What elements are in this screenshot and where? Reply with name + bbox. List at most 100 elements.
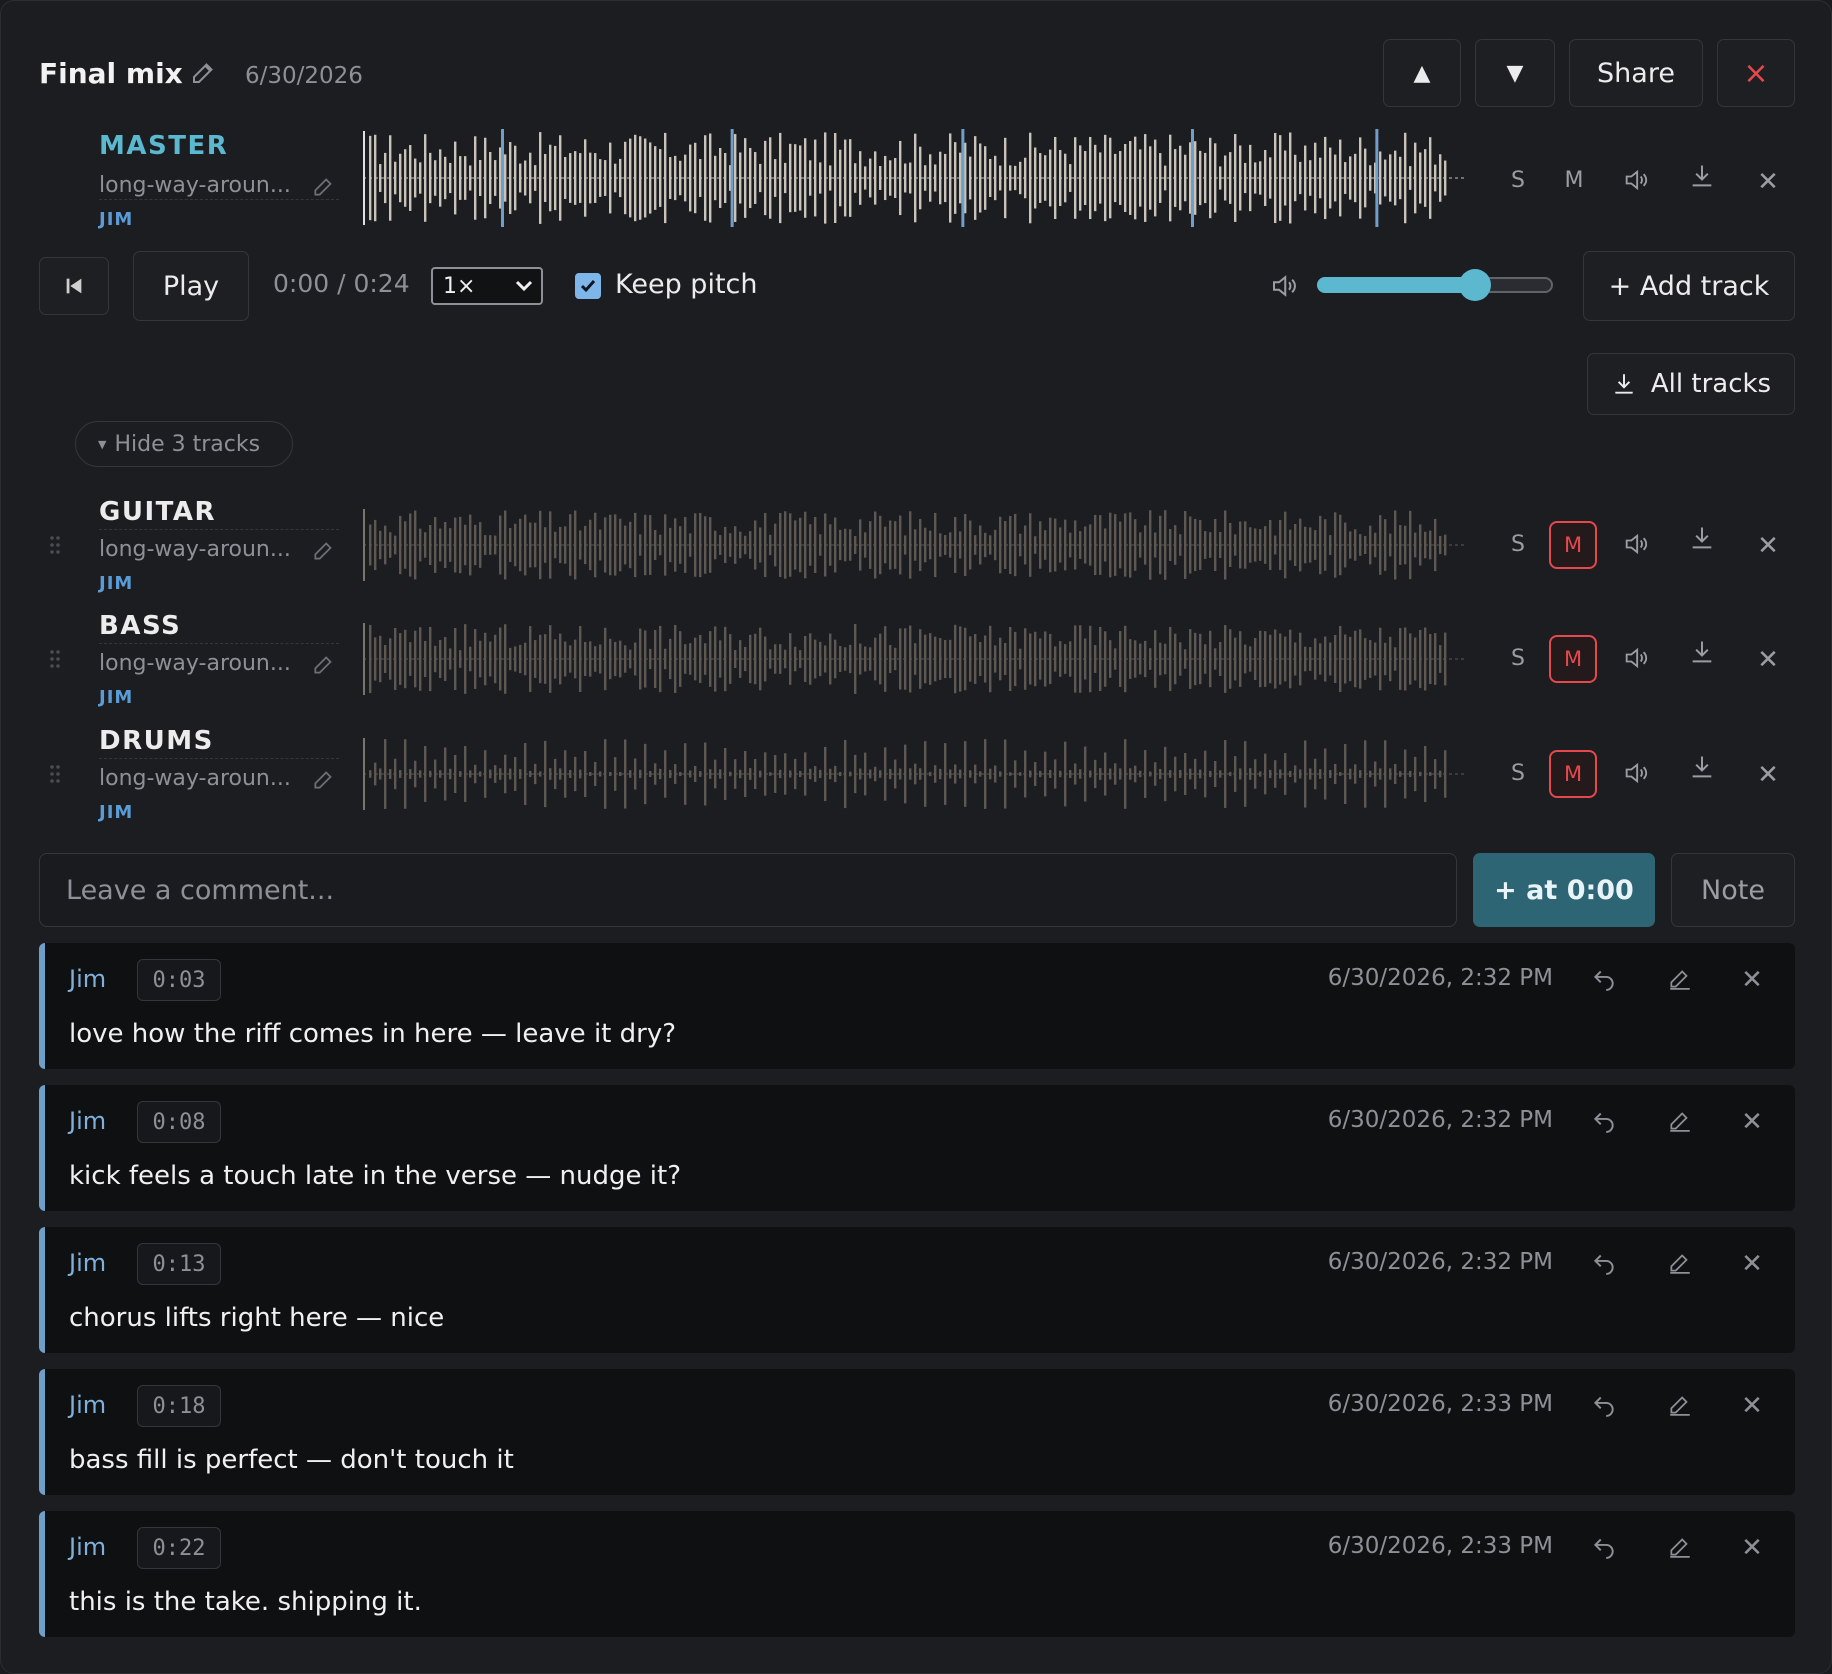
- track-remove-icon[interactable]: ✕: [1751, 527, 1785, 565]
- drag-handle-icon[interactable]: [49, 535, 61, 555]
- master-download-icon[interactable]: [1683, 157, 1721, 195]
- track-waveform[interactable]: [363, 736, 1467, 812]
- comment-date: 6/30/2026, 2:32 PM: [1327, 1249, 1553, 1275]
- mix-title: Final mix: [39, 57, 183, 90]
- play-button[interactable]: Play: [133, 251, 249, 321]
- comment-item: Jim 0:13 6/30/2026, 2:32 PM ✕ chorus lif…: [39, 1227, 1795, 1353]
- track-mute-button[interactable]: M: [1549, 635, 1597, 683]
- comment-timestamp[interactable]: 0:03: [137, 959, 221, 1001]
- delete-comment-icon[interactable]: ✕: [1737, 1391, 1767, 1421]
- comment-timestamp[interactable]: 0:22: [137, 1527, 221, 1569]
- delete-comment-icon[interactable]: ✕: [1737, 1249, 1767, 1279]
- comment-date: 6/30/2026, 2:32 PM: [1327, 965, 1553, 991]
- drag-handle-icon[interactable]: [49, 764, 61, 784]
- comment-text: bass fill is perfect — don't touch it: [69, 1445, 514, 1475]
- reply-icon[interactable]: [1589, 1105, 1619, 1135]
- speed-select[interactable]: 1×: [431, 267, 543, 305]
- edit-comment-icon[interactable]: [1665, 1105, 1695, 1135]
- hide-tracks-label: Hide 3 tracks: [114, 431, 261, 457]
- add-comment-at-time-button[interactable]: + at 0:00: [1473, 853, 1655, 927]
- comment-timestamp[interactable]: 0:18: [137, 1385, 221, 1427]
- edit-title-icon[interactable]: [189, 57, 219, 87]
- track-volume-icon[interactable]: [1617, 754, 1655, 792]
- comment-author[interactable]: Jim: [69, 1533, 106, 1561]
- keep-pitch-label: Keep pitch: [615, 269, 758, 300]
- reply-icon[interactable]: [1589, 1389, 1619, 1419]
- track-waveform[interactable]: [363, 621, 1467, 697]
- track-mute-button[interactable]: M: [1549, 521, 1597, 569]
- comment-author[interactable]: Jim: [69, 965, 106, 993]
- track-solo-button[interactable]: S: [1497, 752, 1539, 794]
- edit-file-icon[interactable]: [311, 766, 337, 792]
- master-volume-icon[interactable]: [1617, 161, 1655, 199]
- track-mute-button[interactable]: M: [1549, 750, 1597, 798]
- master-mute-button[interactable]: M: [1553, 161, 1595, 199]
- download-all-tracks-button[interactable]: All tracks: [1587, 353, 1795, 415]
- master-solo-button[interactable]: S: [1497, 161, 1539, 199]
- drag-handle-icon[interactable]: [49, 649, 61, 669]
- comment-item: Jim 0:18 6/30/2026, 2:33 PM ✕ bass fill …: [39, 1369, 1795, 1495]
- master-track-name: MASTER: [99, 131, 229, 161]
- comment-input[interactable]: Leave a comment...: [39, 853, 1457, 927]
- share-button[interactable]: Share: [1569, 39, 1703, 107]
- note-button[interactable]: Note: [1671, 853, 1795, 927]
- track-remove-icon[interactable]: ✕: [1751, 641, 1785, 679]
- volume-slider[interactable]: [1317, 269, 1553, 301]
- delete-comment-icon[interactable]: ✕: [1737, 965, 1767, 995]
- track-download-icon[interactable]: [1683, 519, 1721, 557]
- reply-icon[interactable]: [1589, 963, 1619, 993]
- edit-file-icon[interactable]: [311, 651, 337, 677]
- track-file-name: long-way-aroun...: [99, 537, 291, 562]
- move-up-button[interactable]: ▲: [1383, 39, 1461, 107]
- comment-item: Jim 0:08 6/30/2026, 2:32 PM ✕ kick feels…: [39, 1085, 1795, 1211]
- comment-date: 6/30/2026, 2:33 PM: [1327, 1391, 1553, 1417]
- volume-icon[interactable]: [1269, 271, 1299, 301]
- close-mix-button[interactable]: ×: [1717, 39, 1795, 107]
- track-solo-button[interactable]: S: [1497, 637, 1539, 679]
- keep-pitch-checkbox[interactable]: [575, 273, 601, 299]
- comment-text: this is the take. shipping it.: [69, 1587, 422, 1617]
- move-down-button[interactable]: ▼: [1475, 39, 1555, 107]
- comment-date: 6/30/2026, 2:32 PM: [1327, 1107, 1553, 1133]
- edit-comment-icon[interactable]: [1665, 1389, 1695, 1419]
- comment-author[interactable]: Jim: [69, 1107, 106, 1135]
- comment-author[interactable]: Jim: [69, 1391, 106, 1419]
- master-user: JIM: [99, 209, 134, 230]
- edit-file-icon[interactable]: [311, 537, 337, 563]
- comment-date: 6/30/2026, 2:33 PM: [1327, 1533, 1553, 1559]
- speed-value: 1×: [443, 273, 476, 299]
- delete-comment-icon[interactable]: ✕: [1737, 1107, 1767, 1137]
- add-track-button[interactable]: + Add track: [1583, 251, 1795, 321]
- track-download-icon[interactable]: [1683, 633, 1721, 671]
- comment-text: kick feels a touch late in the verse — n…: [69, 1161, 681, 1191]
- track-download-icon[interactable]: [1683, 748, 1721, 786]
- comment-timestamp[interactable]: 0:13: [137, 1243, 221, 1285]
- track-volume-icon[interactable]: [1617, 639, 1655, 677]
- track-file-name: long-way-aroun...: [99, 651, 291, 676]
- volume-thumb[interactable]: [1459, 269, 1492, 301]
- delete-comment-icon[interactable]: ✕: [1737, 1533, 1767, 1563]
- chevron-down-icon: [515, 280, 533, 292]
- edit-file-icon[interactable]: [311, 173, 337, 199]
- reply-icon[interactable]: [1589, 1531, 1619, 1561]
- comment-author[interactable]: Jim: [69, 1249, 106, 1277]
- comment-text: chorus lifts right here — nice: [69, 1303, 445, 1333]
- master-file-name: long-way-aroun...: [99, 173, 291, 198]
- caret-down-icon: ▼: [98, 437, 107, 451]
- track-volume-icon[interactable]: [1617, 525, 1655, 563]
- edit-comment-icon[interactable]: [1665, 1247, 1695, 1277]
- track-name: DRUMS: [99, 726, 214, 756]
- rewind-button[interactable]: [39, 257, 109, 315]
- track-solo-button[interactable]: S: [1497, 523, 1539, 565]
- comment-item: Jim 0:03 6/30/2026, 2:32 PM ✕ love how t…: [39, 943, 1795, 1069]
- hide-tracks-toggle[interactable]: ▼ Hide 3 tracks: [75, 421, 293, 467]
- comment-timestamp[interactable]: 0:08: [137, 1101, 221, 1143]
- track-waveform[interactable]: [363, 507, 1467, 583]
- edit-comment-icon[interactable]: [1665, 1531, 1695, 1561]
- master-waveform[interactable]: [363, 129, 1467, 227]
- reply-icon[interactable]: [1589, 1247, 1619, 1277]
- master-remove-icon[interactable]: ✕: [1751, 163, 1785, 201]
- comment-item: Jim 0:22 6/30/2026, 2:33 PM ✕ this is th…: [39, 1511, 1795, 1637]
- track-remove-icon[interactable]: ✕: [1751, 756, 1785, 794]
- edit-comment-icon[interactable]: [1665, 963, 1695, 993]
